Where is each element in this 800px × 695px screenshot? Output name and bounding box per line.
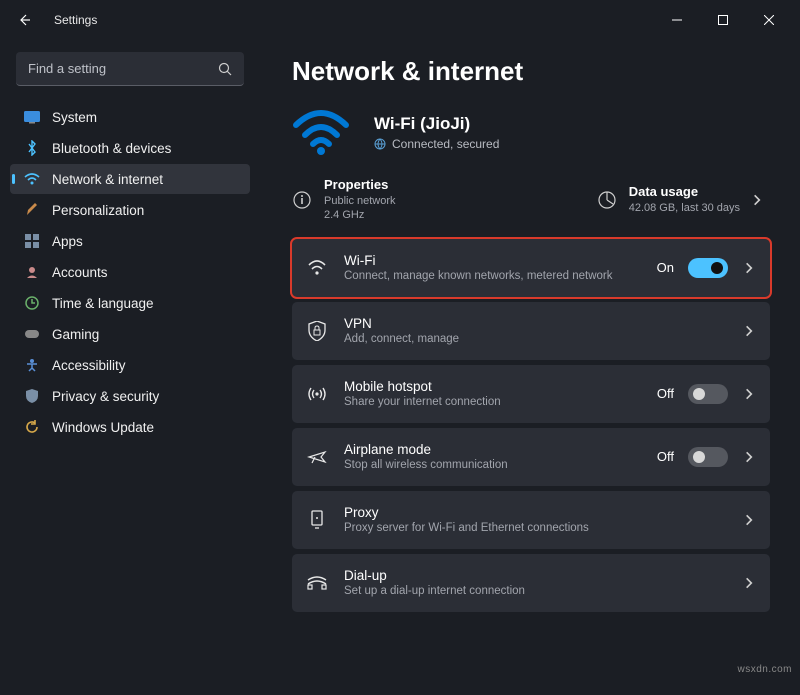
watermark: wsxdn.com <box>737 664 792 675</box>
card-title: Mobile hotspot <box>344 379 641 394</box>
card-title: VPN <box>344 316 726 331</box>
wifi-icon <box>24 171 40 187</box>
apps-icon <box>24 233 40 249</box>
back-button[interactable] <box>14 10 34 30</box>
toggle-state: Off <box>657 386 674 401</box>
wifi-large-icon <box>292 109 350 155</box>
hotspot-toggle[interactable] <box>688 384 728 404</box>
properties-sub: Public network 2.4 GHz <box>324 194 396 223</box>
card-title: Proxy <box>344 505 726 520</box>
system-icon <box>24 109 40 125</box>
accessibility-icon <box>24 357 40 373</box>
minimize-button[interactable] <box>654 4 700 36</box>
card-sub: Add, connect, manage <box>344 333 726 345</box>
accounts-icon <box>24 264 40 280</box>
search-placeholder: Find a setting <box>28 61 218 76</box>
search-input[interactable]: Find a setting <box>16 52 244 86</box>
airplane-toggle[interactable] <box>688 447 728 467</box>
sidebar-item-network[interactable]: Network & internet <box>10 164 250 194</box>
sidebar-item-accessibility[interactable]: Accessibility <box>10 350 250 380</box>
shield-icon <box>24 388 40 404</box>
sidebar-item-update[interactable]: Windows Update <box>10 412 250 442</box>
wifi-banner: Wi-Fi (JioJi) Connected, secured <box>292 109 770 155</box>
card-title: Dial-up <box>344 568 726 583</box>
sidebar-item-time[interactable]: Time & language <box>10 288 250 318</box>
hotspot-icon <box>306 383 328 405</box>
sidebar-item-accounts[interactable]: Accounts <box>10 257 250 287</box>
chevron-right-icon <box>742 450 756 464</box>
toggle-state: Off <box>657 449 674 464</box>
sidebar-item-apps[interactable]: Apps <box>10 226 250 256</box>
dialup-icon <box>306 572 328 594</box>
chevron-right-icon <box>742 576 756 590</box>
sidebar-item-label: Network & internet <box>52 172 163 187</box>
card-sub: Proxy server for Wi-Fi and Ethernet conn… <box>344 522 726 534</box>
sidebar-item-label: Accounts <box>52 265 108 280</box>
chevron-right-icon <box>742 513 756 527</box>
airplane-icon <box>306 446 328 468</box>
wifi-icon <box>306 257 328 279</box>
close-button[interactable] <box>746 4 792 36</box>
sidebar: Find a setting System Bluetooth & device… <box>0 40 260 695</box>
toggle-state: On <box>657 260 674 275</box>
card-sub: Set up a dial-up internet connection <box>344 585 726 597</box>
properties-link[interactable]: Properties Public network 2.4 GHz <box>292 177 587 223</box>
sidebar-item-label: System <box>52 110 97 125</box>
brush-icon <box>24 202 40 218</box>
chevron-right-icon <box>750 193 764 207</box>
chevron-right-icon <box>742 324 756 338</box>
sidebar-item-label: Accessibility <box>52 358 126 373</box>
properties-title: Properties <box>324 177 396 192</box>
content: Network & internet Wi-Fi (JioJi) Connect… <box>260 40 800 695</box>
clock-icon <box>24 295 40 311</box>
app-title: Settings <box>54 13 97 27</box>
sidebar-item-label: Apps <box>52 234 83 249</box>
wifi-name: Wi-Fi (JioJi) <box>374 114 499 134</box>
chevron-right-icon <box>742 387 756 401</box>
sidebar-item-label: Time & language <box>52 296 154 311</box>
data-usage-sub: 42.08 GB, last 30 days <box>629 201 740 215</box>
proxy-icon <box>306 509 328 531</box>
titlebar: Settings <box>0 0 800 40</box>
sidebar-item-label: Bluetooth & devices <box>52 141 171 156</box>
sidebar-item-personalization[interactable]: Personalization <box>10 195 250 225</box>
card-title: Airplane mode <box>344 442 641 457</box>
info-icon <box>292 190 312 210</box>
search-icon <box>218 62 232 76</box>
wifi-status-text: Connected, secured <box>392 137 499 151</box>
data-usage-title: Data usage <box>629 184 740 199</box>
data-usage-link[interactable]: Data usage 42.08 GB, last 30 days <box>597 184 740 215</box>
maximize-button[interactable] <box>700 4 746 36</box>
card-vpn[interactable]: VPN Add, connect, manage <box>292 302 770 360</box>
wifi-toggle[interactable] <box>688 258 728 278</box>
bluetooth-icon <box>24 140 40 156</box>
card-sub: Stop all wireless communication <box>344 459 641 471</box>
card-sub: Share your internet connection <box>344 396 641 408</box>
sidebar-item-label: Privacy & security <box>52 389 159 404</box>
card-wifi[interactable]: Wi-Fi Connect, manage known networks, me… <box>292 239 770 297</box>
globe-icon <box>374 138 386 150</box>
back-arrow-icon <box>17 13 31 27</box>
card-title: Wi-Fi <box>344 253 641 268</box>
gaming-icon <box>24 326 40 342</box>
card-airplane[interactable]: Airplane mode Stop all wireless communic… <box>292 428 770 486</box>
sidebar-item-label: Personalization <box>52 203 144 218</box>
sidebar-item-gaming[interactable]: Gaming <box>10 319 250 349</box>
card-hotspot[interactable]: Mobile hotspot Share your internet conne… <box>292 365 770 423</box>
sidebar-item-system[interactable]: System <box>10 102 250 132</box>
update-icon <box>24 419 40 435</box>
sidebar-item-bluetooth[interactable]: Bluetooth & devices <box>10 133 250 163</box>
sidebar-item-label: Windows Update <box>52 420 154 435</box>
shield-lock-icon <box>306 320 328 342</box>
chart-icon <box>597 190 617 210</box>
sidebar-item-label: Gaming <box>52 327 99 342</box>
sidebar-item-privacy[interactable]: Privacy & security <box>10 381 250 411</box>
card-dialup[interactable]: Dial-up Set up a dial-up internet connec… <box>292 554 770 612</box>
chevron-right-icon <box>742 261 756 275</box>
card-proxy[interactable]: Proxy Proxy server for Wi-Fi and Etherne… <box>292 491 770 549</box>
card-sub: Connect, manage known networks, metered … <box>344 270 641 282</box>
page-title: Network & internet <box>292 56 770 87</box>
